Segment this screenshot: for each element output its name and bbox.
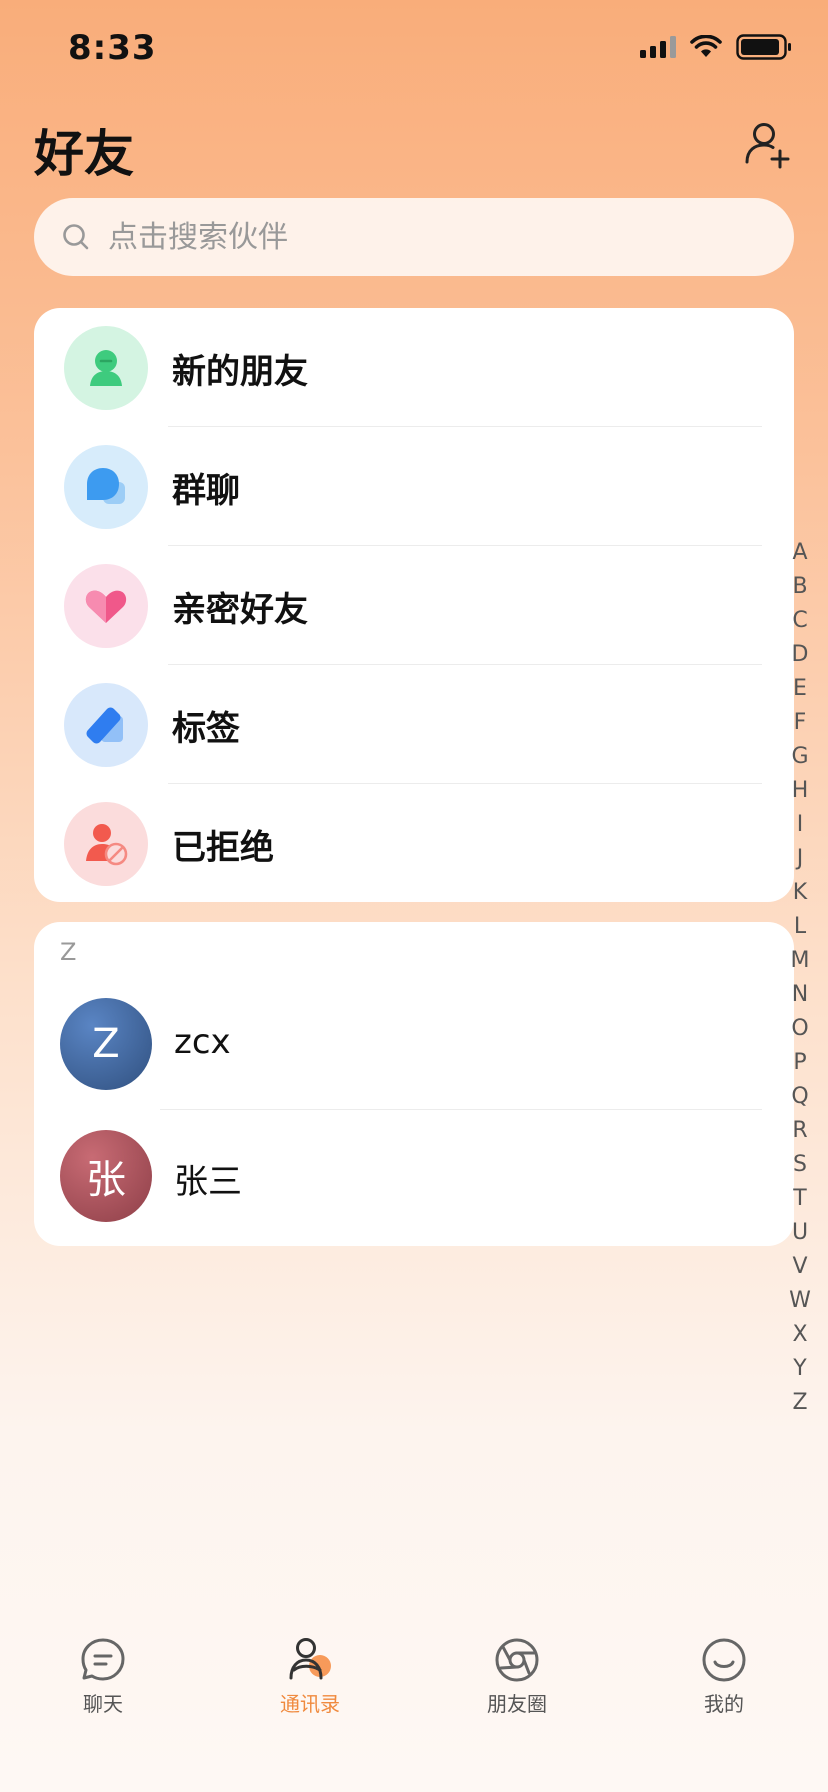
alphabet-letter[interactable]: G <box>791 740 808 774</box>
tab-label: 通讯录 <box>280 1692 340 1716</box>
menu-item-tags[interactable]: 标签 <box>34 665 794 784</box>
menu-label: 群聊 <box>172 471 240 511</box>
alphabet-letter[interactable]: O <box>791 1012 808 1046</box>
alphabet-letter[interactable]: C <box>792 604 807 638</box>
avatar: 张 <box>60 1130 152 1222</box>
status-icons <box>640 34 792 60</box>
search-icon <box>63 224 89 250</box>
contacts-icon <box>289 1638 331 1680</box>
menu-label: 已拒绝 <box>172 828 274 868</box>
status-time: 8:33 <box>68 28 157 68</box>
tab-chat[interactable]: 聊天 <box>23 1636 183 1717</box>
heart-icon <box>64 564 148 648</box>
chat-icon <box>81 1638 125 1681</box>
alphabet-index[interactable]: ABCDEFGHIJKLMNOPQRSTUVWXYZ <box>786 536 814 1420</box>
alphabet-letter[interactable]: Z <box>792 1386 807 1420</box>
avatar: Z <box>60 998 152 1090</box>
alphabet-letter[interactable]: R <box>792 1114 807 1148</box>
menu-label: 亲密好友 <box>172 590 308 630</box>
contact-name: zcx <box>174 1022 231 1062</box>
menu-item-new-friends[interactable]: 新的朋友 <box>34 308 794 427</box>
profile-icon <box>702 1638 746 1682</box>
alphabet-letter[interactable]: B <box>792 570 807 604</box>
tab-profile[interactable]: 我的 <box>644 1636 804 1717</box>
add-user-icon <box>745 123 790 169</box>
menu-label: 新的朋友 <box>172 352 308 392</box>
alphabet-letter[interactable]: D <box>792 638 809 672</box>
alphabet-letter[interactable]: V <box>792 1250 807 1284</box>
alphabet-letter[interactable]: U <box>792 1216 808 1250</box>
search-input[interactable] <box>108 219 708 255</box>
tag-icon <box>64 683 148 767</box>
contact-item[interactable]: 张 张三 <box>34 1110 794 1242</box>
battery-icon <box>736 34 792 60</box>
contact-name: 张三 <box>174 1162 242 1202</box>
alphabet-letter[interactable]: A <box>792 536 807 570</box>
tab-contacts[interactable]: 通讯录 <box>230 1636 390 1717</box>
menu-label: 标签 <box>172 709 240 749</box>
alphabet-letter[interactable]: S <box>793 1148 807 1182</box>
section-header: Z <box>60 938 77 966</box>
moments-icon <box>495 1638 539 1682</box>
tab-moments[interactable]: 朋友圈 <box>437 1636 597 1717</box>
function-menu: 新的朋友 群聊 亲密好友 标签 已拒绝 <box>34 308 794 902</box>
signal-icon <box>640 36 676 58</box>
wifi-icon <box>690 35 722 59</box>
alphabet-letter[interactable]: E <box>793 672 807 706</box>
alphabet-letter[interactable]: T <box>793 1182 806 1216</box>
alphabet-letter[interactable]: X <box>792 1318 807 1352</box>
alphabet-letter[interactable]: P <box>793 1046 806 1080</box>
menu-item-rejected[interactable]: 已拒绝 <box>34 784 794 902</box>
alphabet-letter[interactable]: K <box>793 876 807 910</box>
alphabet-letter[interactable]: H <box>792 774 809 808</box>
menu-item-close-friends[interactable]: 亲密好友 <box>34 546 794 665</box>
alphabet-letter[interactable]: J <box>797 842 804 876</box>
search-bar[interactable] <box>34 198 794 276</box>
alphabet-letter[interactable]: Y <box>793 1352 806 1386</box>
alphabet-letter[interactable]: Q <box>791 1080 808 1114</box>
tab-label: 聊天 <box>83 1692 123 1716</box>
menu-item-group-chat[interactable]: 群聊 <box>34 427 794 546</box>
status-bar: 8:33 <box>0 0 828 100</box>
alphabet-letter[interactable]: L <box>794 910 806 944</box>
contact-item[interactable]: Z zcx <box>34 978 794 1110</box>
tab-label: 朋友圈 <box>487 1692 547 1716</box>
contacts-list: Z Z zcx 张 张三 <box>34 922 794 1246</box>
tab-label: 我的 <box>704 1692 744 1716</box>
alphabet-letter[interactable]: I <box>797 808 804 842</box>
group-chat-icon <box>64 445 148 529</box>
alphabet-letter[interactable]: W <box>789 1284 811 1318</box>
page-title: 好友 <box>34 125 134 183</box>
alphabet-letter[interactable]: F <box>794 706 807 740</box>
new-friend-icon <box>64 326 148 410</box>
add-friend-button[interactable] <box>740 118 794 172</box>
alphabet-letter[interactable]: M <box>791 944 810 978</box>
rejected-icon <box>64 802 148 886</box>
tab-bar: 聊天 通讯录 朋友圈 我的 <box>0 1620 828 1792</box>
alphabet-letter[interactable]: N <box>792 978 808 1012</box>
